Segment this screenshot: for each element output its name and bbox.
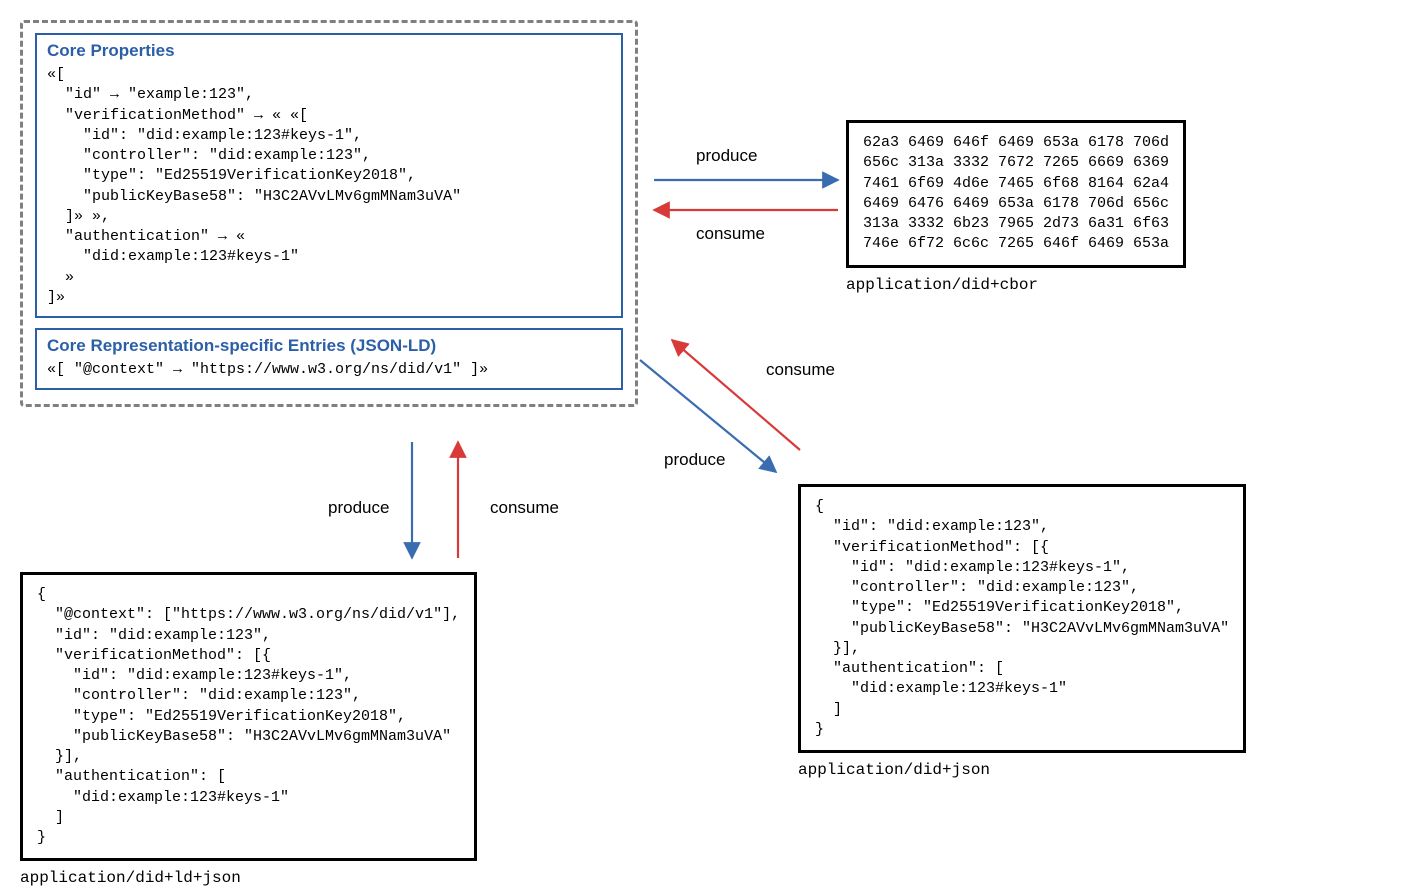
cbor-mime: application/did+cbor <box>846 276 1186 294</box>
cbor-container: 62a3 6469 646f 6469 653a 6178 706d 656c … <box>846 120 1186 294</box>
produce-label-jsonld: produce <box>328 498 389 518</box>
produce-label-cbor: produce <box>696 146 757 166</box>
jsonld-box: { "@context": ["https://www.w3.org/ns/di… <box>20 572 477 861</box>
core-properties-title: Core Properties <box>47 41 611 61</box>
rep-specific-code: «[ "@context" → "https://www.w3.org/ns/d… <box>47 360 611 380</box>
consume-label-jsonld: consume <box>490 498 559 518</box>
produce-label-json: produce <box>664 450 725 470</box>
diagram-canvas: Core Properties «[ "id" → "example:123",… <box>0 0 1418 882</box>
jsonld-container: { "@context": ["https://www.w3.org/ns/di… <box>20 572 477 887</box>
json-box: { "id": "did:example:123", "verification… <box>798 484 1246 753</box>
consume-label-json: consume <box>766 360 835 380</box>
cbor-box: 62a3 6469 646f 6469 653a 6178 706d 656c … <box>846 120 1186 268</box>
arrow-consume-json <box>672 340 800 450</box>
cbor-hex: 62a3 6469 646f 6469 653a 6178 706d 656c … <box>863 133 1169 255</box>
json-container: { "id": "did:example:123", "verification… <box>798 484 1246 779</box>
core-properties-code: «[ "id" → "example:123", "verificationMe… <box>47 65 611 308</box>
consume-label-cbor: consume <box>696 224 765 244</box>
jsonld-code: { "@context": ["https://www.w3.org/ns/di… <box>37 585 460 848</box>
data-model-container: Core Properties «[ "id" → "example:123",… <box>20 20 638 407</box>
json-mime: application/did+json <box>798 761 1246 779</box>
jsonld-mime: application/did+ld+json <box>20 869 477 887</box>
rep-specific-box: Core Representation-specific Entries (JS… <box>35 328 623 390</box>
rep-specific-title: Core Representation-specific Entries (JS… <box>47 336 611 356</box>
core-properties-box: Core Properties «[ "id" → "example:123",… <box>35 33 623 318</box>
json-code: { "id": "did:example:123", "verification… <box>815 497 1229 740</box>
